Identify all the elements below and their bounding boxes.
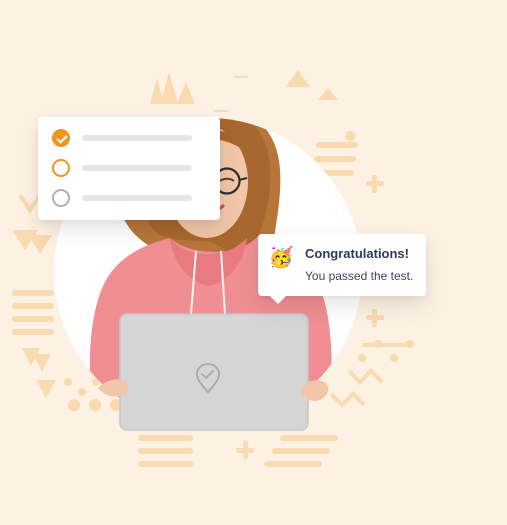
- empty-circle-icon: [52, 189, 70, 207]
- checked-circle-icon: [52, 129, 70, 147]
- text-placeholder-line: [82, 135, 192, 141]
- toast-message: You passed the test.: [305, 269, 414, 283]
- checklist-card: [38, 117, 220, 220]
- text-placeholder-line: [82, 195, 192, 201]
- checklist-item: [52, 128, 212, 148]
- party-popper-icon: 🥳: [268, 245, 294, 269]
- hero-illustration: 🥳 Congratulations! You passed the test.: [0, 0, 507, 525]
- empty-circle-icon: [52, 159, 70, 177]
- student-with-laptop: [89, 118, 332, 431]
- success-toast: 🥳 Congratulations! You passed the test.: [258, 234, 426, 304]
- checklist-item: [52, 158, 212, 178]
- toast-title: Congratulations!: [305, 246, 409, 261]
- checklist-item: [52, 188, 212, 208]
- text-placeholder-line: [82, 165, 192, 171]
